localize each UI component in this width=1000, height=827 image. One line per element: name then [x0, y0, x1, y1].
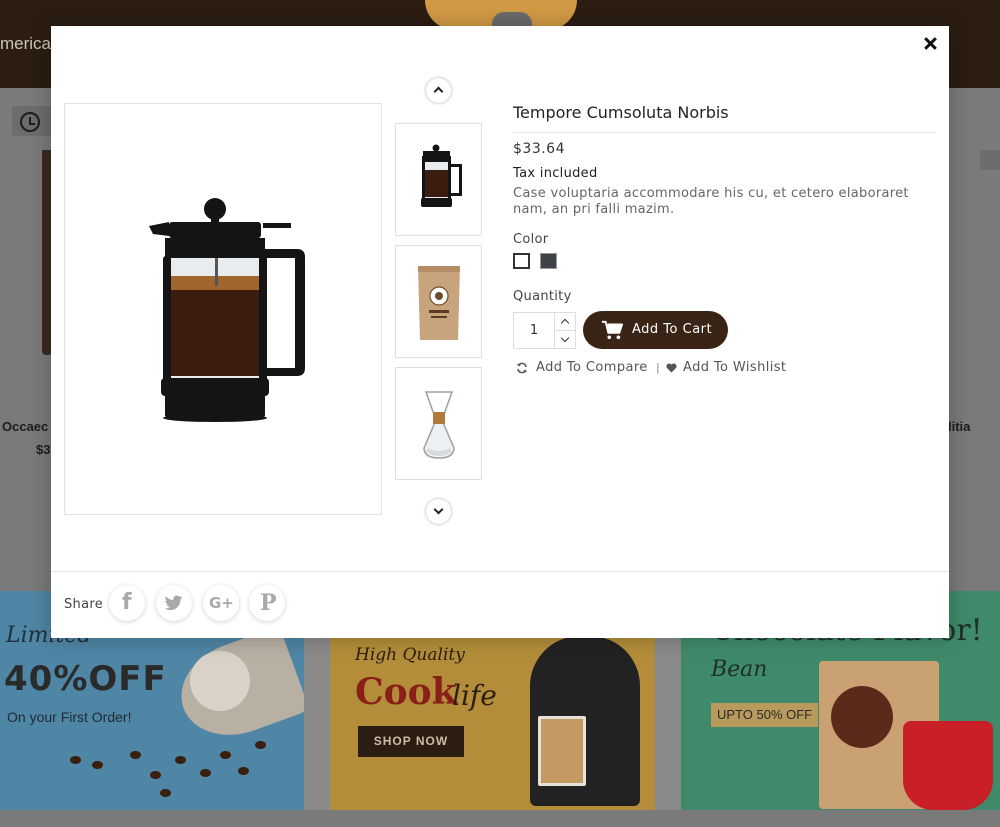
thumbnails-down-button[interactable] [426, 499, 451, 524]
coffee-bean [200, 769, 211, 777]
banner-brand-life: life [452, 679, 497, 712]
add-to-cart-button[interactable]: Add To Cart [583, 311, 728, 349]
product-name-left[interactable]: Occaec [2, 419, 48, 434]
coffee-bean [92, 761, 103, 769]
color-swatch-dark-grey[interactable] [540, 253, 557, 269]
link-separator: | [656, 361, 661, 374]
color-swatch-white[interactable] [513, 253, 530, 269]
heart-icon [666, 363, 677, 373]
facebook-icon: f [122, 590, 132, 615]
product-price: $33.64 [513, 141, 565, 157]
quantity-increment-button[interactable] [554, 312, 576, 331]
product-title: Tempore Cumsoluta Norbis [513, 102, 936, 133]
cart-icon [602, 320, 623, 340]
share-pinterest-button[interactable]: P [249, 585, 285, 621]
quantity-input[interactable]: 1 [513, 312, 555, 349]
french-press-thumb [421, 144, 462, 207]
product-info: Tempore Cumsoluta Norbis $33.64 Tax incl… [513, 102, 936, 378]
thumbnails-up-button[interactable] [426, 78, 451, 103]
product-actions: Add To Compare | Add To Wishlist [513, 358, 936, 378]
coffee-bean [70, 756, 81, 764]
carousel-arrow[interactable] [980, 150, 1000, 170]
header-menu-text[interactable]: merica [0, 34, 51, 54]
banner-script-text: Bean [711, 657, 768, 682]
thumbnail-french-press[interactable] [395, 123, 482, 236]
coffee-bean [150, 771, 161, 779]
page-bottom [0, 810, 1000, 827]
color-swatches [513, 253, 936, 269]
product-name-right[interactable]: litia [948, 419, 970, 434]
shop-now-button[interactable]: SHOP NOW [358, 726, 464, 757]
close-icon[interactable] [921, 35, 939, 53]
french-press-image [149, 198, 305, 422]
quantity-decrement-button[interactable] [554, 330, 576, 349]
red-mug-image [903, 721, 993, 810]
chevron-up-icon [433, 86, 444, 97]
google-plus-icon: G+ [209, 594, 234, 612]
coffee-bean [175, 756, 186, 764]
coffee-bean [238, 767, 249, 775]
coffee-box-logo [831, 686, 893, 748]
coffee-bean [130, 751, 141, 759]
add-to-compare-label: Add To Compare [536, 360, 648, 375]
banner-script-text: High Quality [355, 645, 465, 665]
twitter-icon [165, 595, 183, 611]
thumbnail-coffee-bag[interactable] [395, 245, 482, 358]
latte-glass-image [538, 716, 586, 786]
coffee-bean [255, 741, 266, 749]
banner-brand-cook: Cook [355, 671, 457, 713]
banner-subline: On your First Order! [7, 709, 132, 725]
quick-view-modal: Tempore Cumsoluta Norbis $33.64 Tax incl… [51, 26, 949, 638]
clock-icon [20, 112, 40, 132]
banner-headline: 40%OFF [4, 659, 167, 699]
discount-badge: UPTO 50% OFF [711, 703, 819, 727]
share-label: Share [64, 597, 104, 612]
quantity-label: Quantity [513, 289, 572, 304]
share-google-plus-button[interactable]: G+ [203, 585, 239, 621]
coffee-cup-rim [190, 651, 250, 711]
add-to-cart-label: Add To Cart [632, 322, 713, 337]
thumbnail-chemex[interactable] [395, 367, 482, 480]
quantity-row: 1 Add To Cart [513, 310, 936, 350]
share-facebook-button[interactable]: f [109, 585, 145, 621]
product-main-image[interactable] [64, 103, 382, 515]
add-to-wishlist-label: Add To Wishlist [683, 360, 787, 375]
chemex-thumb [423, 391, 455, 459]
pinterest-icon: P [260, 590, 277, 616]
tax-note: Tax included [513, 166, 598, 181]
product-description: Case voluptaria accommodare his cu, et c… [513, 186, 909, 217]
coffee-bean [220, 751, 231, 759]
product-price-left: $3 [36, 442, 51, 457]
modal-footer: Share f G+ P [51, 571, 949, 638]
chevron-down-icon [433, 504, 444, 515]
coffee-bean [160, 789, 171, 797]
color-label: Color [513, 232, 549, 247]
share-twitter-button[interactable] [156, 585, 192, 621]
refresh-icon [517, 362, 527, 374]
coffee-bag-thumb [418, 266, 460, 340]
